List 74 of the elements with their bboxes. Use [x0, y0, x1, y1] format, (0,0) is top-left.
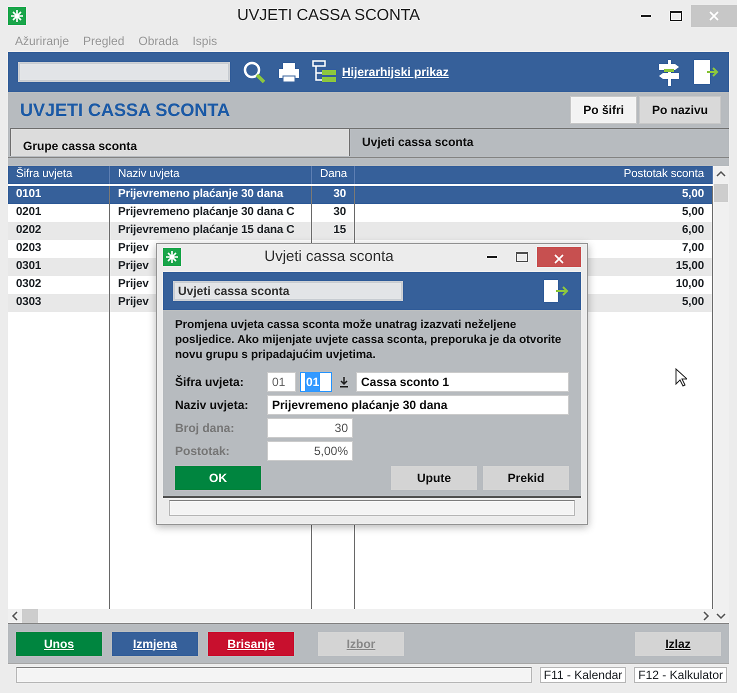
table-cell-text: 5,00	[682, 205, 704, 220]
table-cell-text: 30	[333, 187, 346, 202]
minimize-icon	[641, 15, 651, 17]
table-cell-text: 0302	[16, 277, 42, 292]
table-cell-text: Prijevremeno plaćanje 15 dana C	[118, 223, 295, 238]
close-icon	[554, 254, 564, 264]
hierarchy-view-link[interactable]: Hijerarhijski prikaz	[342, 63, 449, 81]
table-cell-text: Prijev	[118, 241, 149, 256]
download-icon[interactable]	[338, 376, 350, 388]
table-cell-text: Prijev	[118, 295, 149, 310]
column-header[interactable]: Dana	[312, 166, 355, 184]
sort-button[interactable]: Po nazivu	[638, 96, 721, 124]
table-cell-text: 6,00	[682, 223, 704, 238]
warning-message: Promjena uvjeta cassa sconta može unatrag izazvati neželjene posljedice. Ako mijenjate uvjete cassa sconta, preporuka je da otvorite novu grupu s pripadajućim uvjetima.	[175, 318, 562, 363]
table-cell-text: 0203	[16, 241, 42, 256]
header-field: Uvjeti cassa sconta	[173, 281, 403, 301]
dialog-title: Uvjeti cassa sconta	[263, 246, 395, 267]
table-cell-text: Prijev	[118, 277, 149, 292]
close-button[interactable]	[537, 247, 581, 267]
table-cell-text: 0101	[16, 187, 42, 202]
field-label: Šifra uvjeta:	[175, 374, 245, 391]
scrollbar-thumb[interactable]	[22, 609, 38, 623]
table-cell-text: 7,00	[682, 241, 704, 256]
group-field[interactable]: 01	[267, 372, 296, 392]
name-field[interactable]: Cassa sconto 1	[356, 372, 569, 392]
app-icon	[8, 7, 26, 25]
field-label: Broj dana:	[175, 420, 236, 437]
action-button[interactable]: Unos	[16, 632, 102, 656]
column-header[interactable]: Šifra uvjeta	[8, 166, 110, 184]
table-cell-text: 0201	[16, 205, 42, 220]
table-cell-text: Prijevremeno plaćanje 30 dana C	[118, 205, 295, 220]
page-title: UVJETI CASSA SCONTA	[20, 98, 230, 122]
action-button[interactable]: Brisanje	[208, 632, 294, 656]
text-field[interactable]: Prijevremeno plaćanje 30 dana	[267, 395, 569, 415]
close-icon	[709, 11, 719, 21]
table-cell-text: 15	[333, 223, 346, 238]
table-cell-text: 30	[333, 205, 346, 220]
field-label: Naziv uvjeta:	[175, 397, 250, 414]
table-cell-text: 0301	[16, 259, 42, 274]
table-row[interactable]: 0202 Prijevremeno plaćanje 15 dana C 15 6,00	[8, 222, 713, 240]
window-title: UVJETI CASSA SCONTA	[236, 6, 421, 26]
table-cell-text: Prijev	[118, 259, 149, 274]
dialog-button[interactable]: Prekid	[483, 466, 569, 490]
table-cell-text: 5,00	[682, 187, 704, 202]
search-icon[interactable]	[242, 60, 266, 84]
minimize-icon	[487, 256, 497, 258]
hierarchy-icon[interactable]	[312, 60, 338, 84]
maximize-icon	[670, 11, 682, 21]
table-cell-text: 0202	[16, 223, 42, 238]
exit-icon[interactable]	[543, 279, 569, 303]
field-label: Postotak:	[175, 443, 231, 460]
shortcut-label[interactable]: F11 - Kalendar	[540, 666, 626, 682]
table-cell-text: Prijevremeno plaćanje 30 dana	[118, 187, 284, 202]
shortcut-label[interactable]: F12 - Kalkulator	[634, 666, 727, 682]
table-cell-text: 15,00	[676, 259, 704, 274]
search-field[interactable]	[18, 62, 230, 82]
action-button[interactable]: Izmjena	[112, 632, 198, 656]
dialog-button[interactable]: OK	[175, 466, 261, 490]
table-row[interactable]: 0101 Prijevremeno plaćanje 30 dana 30 5,00	[8, 186, 713, 204]
signpost-icon[interactable]	[657, 58, 681, 86]
exit-icon[interactable]	[693, 59, 719, 85]
table-cell-text: 5,00	[682, 295, 704, 310]
column-header[interactable]: Naziv uvjeta	[110, 166, 312, 184]
maximize-icon	[516, 252, 528, 262]
table-cell-text: 0303	[16, 295, 42, 310]
mouse-pointer-icon	[675, 368, 687, 387]
table-cell-text: 10,00	[676, 277, 704, 292]
action-button[interactable]: Izlaz	[635, 632, 721, 656]
scrollbar-thumb[interactable]	[714, 184, 728, 202]
sort-button[interactable]: Po šifri	[570, 96, 637, 124]
app-icon	[163, 248, 181, 266]
dialog-button[interactable]: Upute	[391, 466, 477, 490]
printer-icon[interactable]	[278, 61, 300, 83]
tab[interactable]: Grupe cassa sconta	[10, 128, 350, 156]
